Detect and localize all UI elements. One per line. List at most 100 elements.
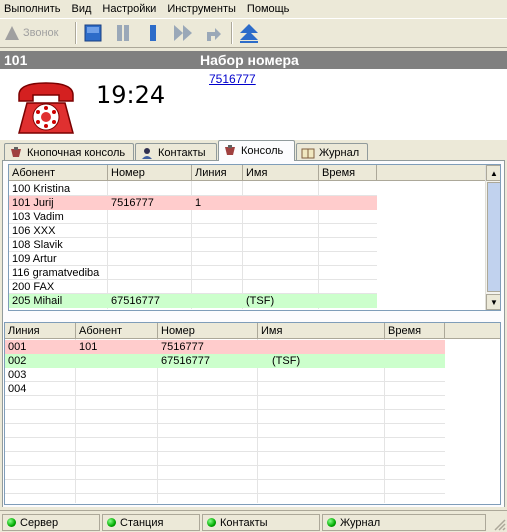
table-cell-line [192,294,243,308]
table-cell-number [158,368,258,382]
table-cell-number: 67516777 [111,295,160,307]
table-cell-line [192,280,243,294]
column-header-number[interactable]: Номер [158,323,258,339]
status-contacts: Контакты [202,514,320,531]
column-header-filler [377,165,485,181]
table-row[interactable]: 109 Artur [9,252,377,266]
column-header-line[interactable]: Линия [5,323,76,339]
column-header-line[interactable]: Линия [192,165,243,181]
pause-button[interactable] [111,21,135,45]
table-cell-name [243,252,319,266]
table-row[interactable]: 001 101 7516777 [5,340,445,354]
table-cell-subscriber: 108 Slavik [12,239,63,251]
tab-label: Кнопочная консоль [27,146,126,159]
status-label: Сервер [20,516,59,529]
status-journal: Журнал [322,514,486,531]
scroll-up-arrow-icon[interactable]: ▲ [486,165,500,181]
dialed-number-link[interactable]: 7516777 [209,72,256,86]
table-cell-number [108,182,192,196]
menu-run[interactable]: Выполнить [4,3,60,15]
hold-button[interactable] [81,21,105,45]
subscribers-scrollbar[interactable]: ▲ ▼ [485,165,500,310]
tab-console[interactable]: Консоль [218,140,295,161]
table-cell-subscriber: 100 Kristina [12,183,71,195]
column-header-number[interactable]: Номер [108,165,192,181]
lines-header: Линия Абонент Номер Имя Время [5,323,500,339]
table-row[interactable]: 200 FAX [9,280,377,294]
table-cell-number [108,280,192,294]
table-row[interactable]: 103 Vadim [9,210,377,224]
table-cell-number [108,210,192,224]
table-cell-name [243,210,319,224]
table-cell-time [319,252,377,266]
column-header-time[interactable]: Время [385,323,445,339]
resize-grip-icon[interactable] [492,517,506,531]
status-led-icon [207,518,216,527]
console-icon [223,144,237,158]
menu-tools[interactable]: Инструменты [167,3,236,15]
table-cell-subscriber: 109 Artur [12,253,57,265]
hold-icon [84,24,101,42]
table-row[interactable]: 101 Jurij 7516777 1 [9,196,377,210]
table-row[interactable]: 004 [5,382,445,396]
grid-row-line [5,437,445,438]
table-cell-subscriber: 103 Vadim [12,211,64,223]
menu-bar: Выполнить Вид Настройки Инструменты Помо… [0,0,507,18]
grid-row-line [5,479,445,480]
conference-button[interactable] [237,21,261,45]
table-row[interactable]: 003 [5,368,445,382]
scroll-down-arrow-icon[interactable]: ▼ [486,294,500,310]
tab-keypad-console[interactable]: Кнопочная консоль [4,143,134,161]
menu-view[interactable]: Вид [71,3,91,15]
table-cell-line: 003 [8,369,27,381]
table-cell-subscriber [76,368,158,382]
table-row[interactable]: 002 67516777 (TSF) [5,354,445,368]
table-cell-subscriber: 200 FAX [12,281,55,293]
column-header-subscriber[interactable]: Абонент [9,165,108,181]
status-bar: Сервер Станция Контакты Журнал [0,510,507,532]
table-row[interactable]: 108 Slavik [9,238,377,252]
journal-icon [301,146,315,160]
table-cell-subscriber [76,354,158,368]
table-cell-time [319,238,377,252]
transfer-button[interactable] [201,21,225,45]
table-row[interactable]: 100 Kristina [9,182,377,196]
tab-journal[interactable]: Журнал [296,143,368,161]
status-led-icon [327,518,336,527]
column-header-subscriber[interactable]: Абонент [76,323,158,339]
table-cell-name [243,182,319,196]
table-cell-time [319,224,377,238]
status-led-icon [7,518,16,527]
scroll-thumb[interactable] [487,182,500,292]
tab-contacts[interactable]: Контакты [135,143,217,161]
table-cell-subscriber: 106 XXX [12,225,56,237]
table-cell-line [192,182,243,196]
tab-label: Журнал [319,146,360,159]
table-cell-number [158,382,258,396]
table-cell-subscriber: 205 Mihail [12,295,63,307]
column-header-name[interactable]: Имя [243,165,319,181]
status-server: Сервер [2,514,100,531]
table-cell-name [243,224,319,238]
toolbar-separator [230,22,233,44]
column-header-name[interactable]: Имя [258,323,385,339]
pause-icon [116,25,129,41]
menu-settings[interactable]: Настройки [102,3,156,15]
call-timer: 19:24 [96,81,166,109]
table-cell-time [385,382,445,396]
call-button[interactable]: Звонок [4,25,59,41]
status-label: Журнал [340,516,381,529]
table-row[interactable]: 116 gramatvediba [9,266,377,280]
call-status-bar: 101 Набор номера [0,51,507,69]
forward-button[interactable] [171,21,195,45]
subscribers-table[interactable]: Абонент Номер Линия Имя Время ▲ ▼ 100 Kr… [8,164,501,311]
record-button[interactable] [141,21,165,45]
table-row[interactable]: 205 Mihail 67516777 (TSF) [9,294,377,308]
column-header-time[interactable]: Время [319,165,377,181]
menu-help[interactable]: Помощь [247,3,290,15]
table-cell-number: 7516777 [111,197,154,209]
lines-table[interactable]: Линия Абонент Номер Имя Время 001 101 7516… [4,322,501,505]
table-row[interactable]: 106 XXX [9,224,377,238]
table-cell-subscriber: 101 Jurij [12,197,54,209]
telephone-icon [15,77,77,142]
